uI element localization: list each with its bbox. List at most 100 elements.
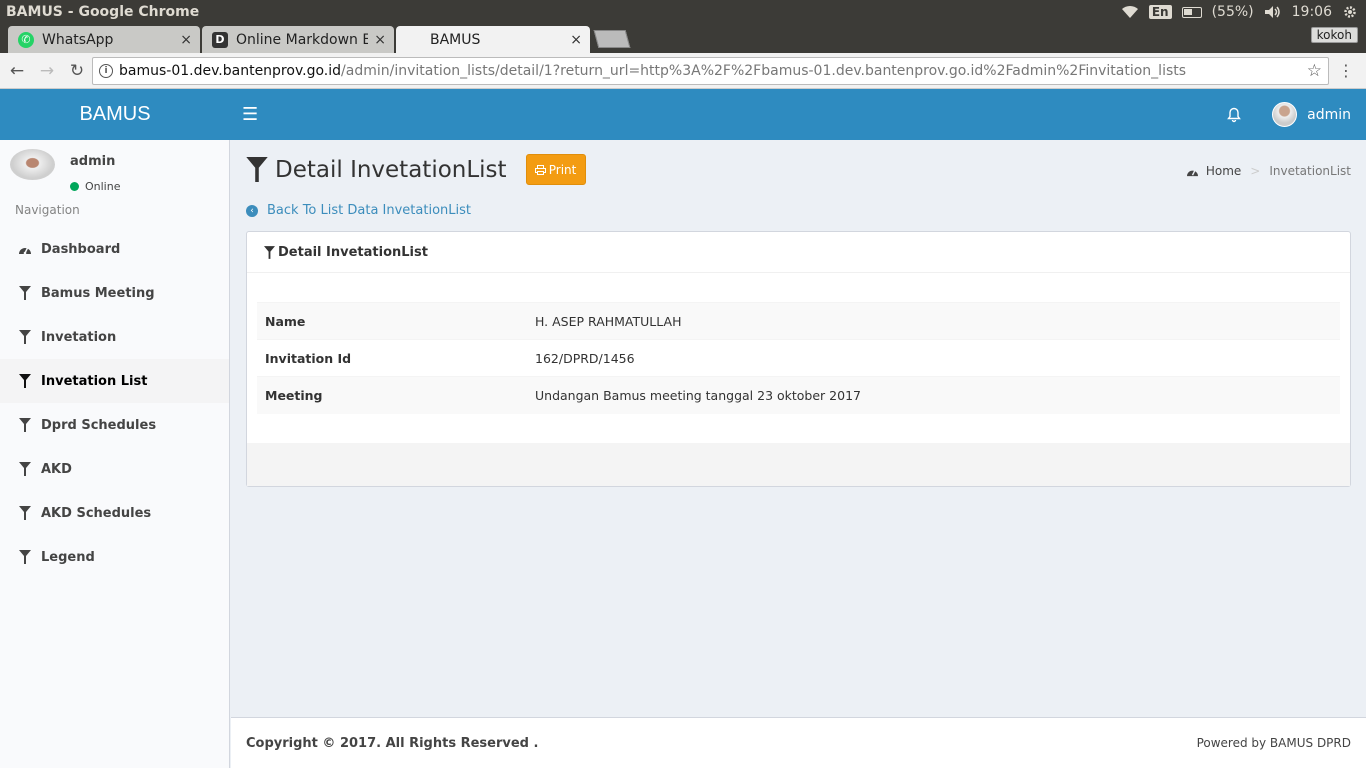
bookmark-star-icon[interactable]: ☆ (1307, 61, 1322, 81)
filter-icon (18, 330, 32, 344)
page-footer: Copyright © 2017. All Rights Reserved . … (231, 717, 1366, 768)
back-link-label: Back To List Data InvetationList (267, 203, 471, 218)
brand-logo[interactable]: BAMUS (0, 103, 230, 126)
sidebar-item-bamus-meeting[interactable]: Bamus Meeting (0, 271, 229, 315)
box-footer (247, 443, 1350, 486)
window-title: BAMUS - Google Chrome (6, 4, 200, 20)
sidebar-item-akd[interactable]: AKD (0, 447, 229, 491)
row-value: Undangan Bamus meeting tanggal 23 oktobe… (527, 376, 1340, 414)
filter-icon (18, 462, 32, 476)
header-user-name[interactable]: admin (1307, 107, 1351, 123)
sidebar-item-legend[interactable]: Legend (0, 535, 229, 579)
dashboard-icon (1186, 168, 1198, 176)
copyright-text: Copyright © 2017. All Rights Reserved . (246, 735, 539, 751)
row-key: Meeting (257, 376, 527, 414)
row-key: Name (257, 302, 527, 340)
settings-gear-icon[interactable] (1342, 4, 1358, 20)
tab-whatsapp[interactable]: ✆ WhatsApp × (8, 26, 200, 53)
breadcrumb-home-link[interactable]: Home (1206, 164, 1241, 178)
table-row: Invitation Id 162/DPRD/1456 (257, 339, 1340, 377)
nav-header: Navigation (15, 203, 80, 217)
sidebar-item-label: Bamus Meeting (41, 285, 155, 301)
page-header: Detail InvetationList Print (246, 154, 586, 185)
battery-icon[interactable] (1181, 6, 1202, 18)
tab-label: BAMUS (430, 31, 481, 48)
wifi-icon[interactable] (1121, 5, 1139, 19)
address-toolbar: ← → ↻ i bamus-01.dev.bantenprov.go.id /a… (0, 53, 1366, 89)
filter-icon (18, 418, 32, 432)
sidebar-item-label: Dprd Schedules (41, 417, 157, 433)
back-arrow-icon[interactable]: ← (4, 61, 30, 81)
close-icon[interactable]: × (180, 32, 192, 48)
detail-table: Name H. ASEP RAHMATULLAH Invitation Id 1… (257, 302, 1340, 414)
url-input[interactable]: i bamus-01.dev.bantenprov.go.id /admin/i… (92, 57, 1329, 85)
table-row: Name H. ASEP RAHMATULLAH (257, 302, 1340, 340)
new-tab-button[interactable] (593, 30, 631, 48)
filter-icon (263, 245, 275, 259)
detail-box: Detail InvetationList Name H. ASEP RAHMA… (246, 231, 1351, 487)
powered-by-text: Powered by BAMUS DPRD (1196, 736, 1351, 750)
filter-icon (18, 506, 32, 520)
tab-label: WhatsApp (42, 31, 114, 48)
url-host: bamus-01.dev.bantenprov.go.id (119, 63, 342, 79)
user-panel: admin Online (0, 140, 229, 200)
status-badge: Online (70, 180, 120, 193)
main-content: Detail InvetationList Print Home > Invet… (231, 140, 1366, 717)
close-icon[interactable]: × (374, 32, 386, 48)
sidebar-item-invetation-list[interactable]: Invetation List (0, 359, 229, 403)
profile-button[interactable]: kokoh (1310, 27, 1358, 43)
tab-bamus[interactable]: BAMUS × (396, 26, 590, 53)
dashboard-icon (18, 243, 32, 255)
back-to-list-link[interactable]: ‹ Back To List Data InvetationList (246, 203, 471, 218)
battery-percent: (55%) (1211, 4, 1254, 20)
filter-icon (18, 374, 32, 388)
sidebar-item-dashboard[interactable]: Dashboard (0, 227, 229, 271)
row-key: Invitation Id (257, 339, 527, 377)
whatsapp-icon: ✆ (18, 31, 34, 48)
url-path: /admin/invitation_lists/detail/1?return_… (341, 63, 1187, 79)
filter-icon (18, 286, 32, 300)
page-favicon-icon (406, 31, 422, 48)
browser-menu-icon[interactable]: ⋮ (1338, 61, 1354, 80)
print-icon (534, 164, 546, 175)
keyboard-layout-indicator[interactable]: En (1148, 5, 1172, 19)
row-value: H. ASEP RAHMATULLAH (527, 302, 1340, 340)
row-value: 162/DPRD/1456 (527, 339, 1340, 377)
sidebar-item-dprd-schedules[interactable]: Dprd Schedules (0, 403, 229, 447)
sidebar-item-label: Invetation (41, 329, 117, 345)
online-dot-icon (70, 182, 79, 191)
tab-label: Online Markdown E (236, 31, 369, 48)
sidebar-toggle-icon[interactable]: ☰ (242, 104, 258, 125)
box-title: Detail InvetationList (278, 244, 428, 260)
print-button[interactable]: Print (525, 154, 586, 185)
breadcrumb: Home > InvetationList (1186, 164, 1351, 178)
volume-icon[interactable] (1264, 5, 1282, 19)
bell-icon[interactable] (1226, 107, 1242, 123)
sidebar-item-akd-schedules[interactable]: AKD Schedules (0, 491, 229, 535)
table-row: Meeting Undangan Bamus meeting tanggal 2… (257, 376, 1340, 414)
sidebar-item-label: Legend (41, 549, 95, 565)
chevron-left-circle-icon: ‹ (246, 204, 258, 217)
sidebar: admin Online Navigation Dashboard Bamus … (0, 140, 230, 768)
sidebar-item-label: Invetation List (41, 373, 148, 389)
page-title: Detail InvetationList (275, 156, 507, 183)
close-icon[interactable]: × (570, 32, 582, 48)
sidebar-item-label: AKD (41, 461, 72, 477)
box-header: Detail InvetationList (247, 232, 1350, 273)
avatar[interactable] (1272, 102, 1298, 127)
os-top-bar: BAMUS - Google Chrome En (55%) 19:06 (0, 0, 1366, 24)
forward-arrow-icon[interactable]: → (34, 61, 60, 81)
app-header: BAMUS ☰ admin (0, 89, 1366, 140)
breadcrumb-current: InvetationList (1269, 164, 1351, 178)
sidebar-item-label: AKD Schedules (41, 505, 152, 521)
sidebar-item-invetation[interactable]: Invetation (0, 315, 229, 359)
sidebar-item-label: Dashboard (41, 241, 121, 257)
browser-tab-bar: ✆ WhatsApp × D Online Markdown E × BAMUS… (0, 24, 1366, 53)
avatar (10, 149, 55, 180)
filter-icon (18, 550, 32, 564)
clock[interactable]: 19:06 (1292, 4, 1332, 20)
tab-online-markdown[interactable]: D Online Markdown E × (202, 26, 394, 53)
breadcrumb-separator: > (1250, 164, 1261, 178)
info-icon[interactable]: i (99, 64, 113, 78)
reload-icon[interactable]: ↻ (64, 61, 90, 81)
